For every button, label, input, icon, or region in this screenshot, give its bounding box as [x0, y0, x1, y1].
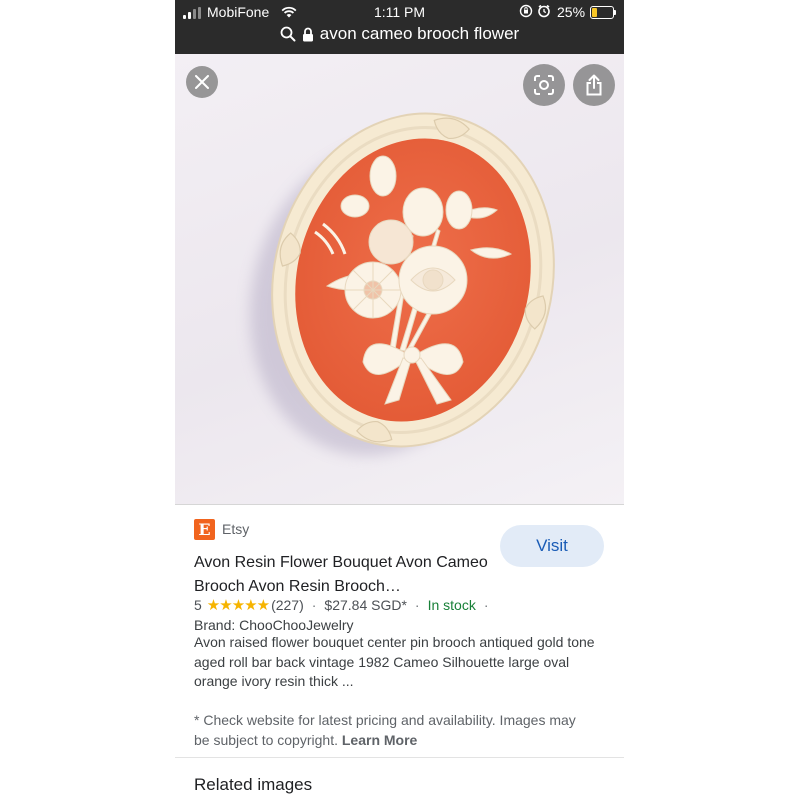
description: Avon raised flower bouquet center pin br… — [194, 634, 595, 689]
close-button[interactable] — [186, 66, 218, 98]
battery-icon — [590, 6, 616, 19]
url-bar[interactable]: avon cameo brooch flower — [175, 24, 624, 50]
source[interactable]: E Etsy — [194, 518, 249, 540]
battery-percent: 25% — [557, 4, 586, 20]
browser-top-bar: MobiFone 1:11 PM 25% avon cameo brooch f… — [175, 0, 624, 54]
close-icon — [195, 75, 209, 89]
star-icon: ★ — [219, 597, 232, 614]
price: $27.84 SGD* — [324, 597, 407, 613]
product-meta: 5 ★★★★★ (227) · $27.84 SGD* · In stock · — [194, 596, 624, 614]
phone-screen: MobiFone 1:11 PM 25% avon cameo brooch f… — [175, 0, 624, 800]
url-query: avon cameo brooch flower — [319, 24, 520, 43]
brand: Brand: ChooChooJewelry — [194, 617, 354, 633]
divider — [175, 504, 624, 505]
etsy-logo: E — [194, 518, 215, 540]
lens-icon — [534, 75, 554, 95]
brooch-image — [250, 112, 555, 456]
status-icons — [519, 4, 553, 21]
battery-level — [592, 8, 597, 17]
source-name: Etsy — [222, 521, 250, 537]
star-icon: ★ — [244, 597, 257, 614]
rotation-lock-icon — [519, 4, 550, 18]
rating-stars: ★★★★★ — [206, 596, 270, 614]
lens-button[interactable] — [523, 64, 565, 106]
lock-icon — [302, 27, 313, 41]
separator: · — [311, 597, 317, 613]
related-images-heading[interactable]: Related images — [194, 775, 312, 795]
status-bar: MobiFone 1:11 PM 25% — [175, 0, 624, 24]
star-icon: ★ — [231, 597, 245, 614]
share-icon — [586, 74, 602, 96]
star-icon: ★ — [206, 597, 220, 614]
search-icon — [280, 26, 296, 42]
star-icon: ★ — [256, 597, 270, 614]
learn-more-link[interactable]: Learn More — [342, 732, 417, 748]
divider — [175, 757, 624, 758]
visit-button[interactable]: Visit — [500, 525, 604, 567]
copyright-note: * Check website for latest pricing and a… — [194, 710, 594, 750]
separator: · — [414, 597, 420, 613]
image-viewer[interactable] — [175, 54, 624, 504]
result-title[interactable]: Avon Resin Flower Bouquet Avon Cameo Bro… — [194, 551, 494, 599]
availability: In stock — [427, 597, 476, 613]
rating-value: 5 — [194, 597, 202, 613]
review-count: (227) — [271, 597, 304, 613]
separator: · — [483, 597, 489, 613]
share-button[interactable] — [573, 64, 615, 106]
